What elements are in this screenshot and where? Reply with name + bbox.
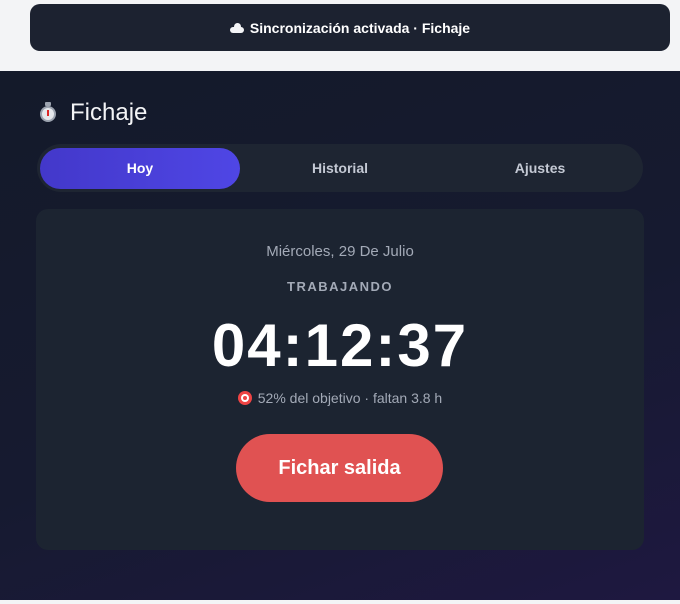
work-status: TRABAJANDO bbox=[287, 279, 393, 294]
bottom-strip bbox=[0, 600, 680, 604]
clock-out-button[interactable]: Fichar salida bbox=[236, 434, 443, 502]
app-panel: Fichaje Hoy Historial Ajustes Miércoles,… bbox=[0, 71, 680, 600]
target-icon bbox=[237, 391, 252, 405]
top-bar: Sincronización activada · Fichaje bbox=[0, 0, 680, 71]
tab-historial[interactable]: Historial bbox=[240, 148, 440, 189]
cloud-icon bbox=[229, 22, 244, 33]
goal-progress-text: 52% del objetivo · faltan 3.8 h bbox=[257, 390, 443, 406]
tab-bar: Hoy Historial Ajustes bbox=[37, 144, 643, 192]
page-title: Fichaje bbox=[70, 99, 148, 126]
current-date: Miércoles, 29 De Julio bbox=[266, 243, 414, 260]
sync-banner: Sincronización activada · Fichaje bbox=[30, 4, 670, 51]
app-header: Fichaje bbox=[38, 99, 147, 127]
goal-progress: 52% del objetivo · faltan 3.8 h bbox=[36, 390, 644, 406]
sync-banner-text: Sincronización activada · Fichaje bbox=[249, 19, 471, 36]
tab-hoy[interactable]: Hoy bbox=[40, 147, 240, 189]
elapsed-timer: 04:12:37 bbox=[211, 312, 469, 379]
tab-ajustes[interactable]: Ajustes bbox=[440, 148, 640, 189]
today-card: Miércoles, 29 De Julio TRABAJANDO 04:12:… bbox=[36, 209, 644, 550]
stopwatch-icon bbox=[38, 102, 60, 124]
